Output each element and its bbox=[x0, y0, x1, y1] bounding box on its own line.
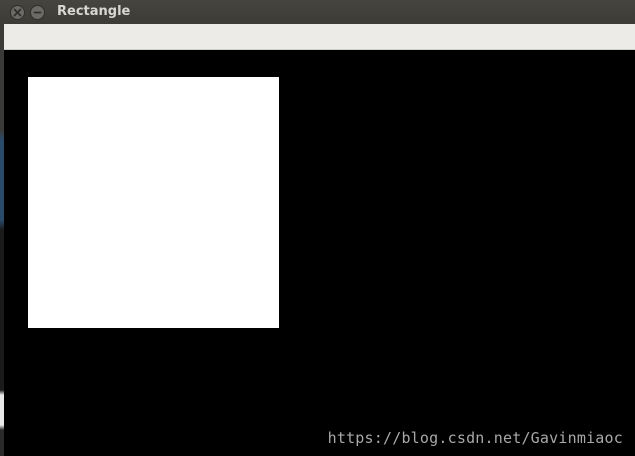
close-icon bbox=[13, 8, 22, 16]
minimize-button[interactable] bbox=[30, 4, 45, 20]
app-window: Rectangle bbox=[0, 0, 635, 456]
window-titlebar[interactable]: Rectangle bbox=[0, 0, 635, 24]
watermark-url: https://blog.csdn.net/Gavinmiaoc bbox=[327, 429, 623, 447]
drawing-canvas[interactable] bbox=[4, 51, 635, 456]
minimize-icon bbox=[33, 11, 42, 13]
window-controls bbox=[10, 4, 45, 20]
close-button[interactable] bbox=[10, 4, 25, 20]
white-rectangle bbox=[28, 77, 279, 328]
window-toolbar bbox=[4, 24, 635, 50]
window-title: Rectangle bbox=[57, 4, 131, 19]
